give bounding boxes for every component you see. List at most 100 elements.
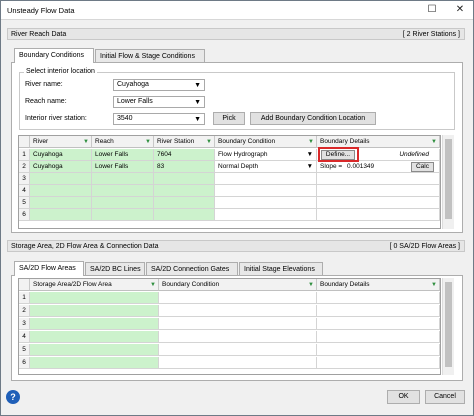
column-header-boundary-condition[interactable]: Boundary Condition ▼ [159,279,317,291]
row-number: 3 [19,318,30,330]
boundary-condition-value: Flow Hydrograph [218,151,268,158]
table-cell-details[interactable] [317,185,440,197]
column-header-boundary-details[interactable]: Boundary Details ▼ [317,279,440,291]
filter-icon[interactable]: ▼ [150,280,156,290]
table-cell-condition[interactable] [215,197,317,209]
maximize-icon[interactable]: ☐ [419,1,445,19]
row-number: 4 [19,185,30,197]
table-cell-river[interactable] [30,185,92,197]
column-header-boundary-condition[interactable]: Boundary Condition ▼ [215,136,317,148]
tab-boundary-conditions[interactable]: Boundary Conditions [14,48,94,63]
table-cell-reach[interactable] [92,173,154,185]
scroll-thumb[interactable] [445,282,452,367]
tab-sa2d-connection-gates[interactable]: SA/2D Connection Gates [146,262,238,276]
table-cell-condition[interactable] [159,331,317,343]
row-number: 3 [19,173,30,185]
table-cell-details[interactable] [317,305,440,317]
storage-grid-scrollbar[interactable] [442,278,454,375]
add-boundary-condition-location-button[interactable]: Add Boundary Condition Location [250,112,376,125]
river-name-combo[interactable]: Cuyahoga ▼ [113,79,205,91]
table-cell-condition[interactable] [159,344,317,356]
grid-scrollbar[interactable] [442,135,454,229]
scroll-thumb[interactable] [445,139,452,219]
table-cell-reach[interactable] [92,185,154,197]
table-cell-storage-area[interactable] [30,292,159,304]
filter-icon[interactable]: ▼ [206,137,212,147]
table-cell-river[interactable]: Cuyahoga [30,161,92,173]
help-icon[interactable]: ? [6,390,20,404]
table-cell-reach[interactable]: Lower Falls [92,161,154,173]
tab-initial-flow-stage[interactable]: Initial Flow & Stage Conditions [95,49,205,63]
filter-icon[interactable]: ▼ [145,137,151,147]
row-number: 1 [19,149,30,161]
reach-name-value: Lower Falls [117,98,153,105]
chevron-down-icon: ▼ [306,163,313,170]
row-number: 1 [19,292,30,304]
table-cell-storage-area[interactable] [30,318,159,330]
chevron-down-icon: ▼ [306,151,313,158]
filter-icon[interactable]: ▼ [431,137,437,147]
header-text: Boundary Details [320,138,370,145]
table-cell-station[interactable]: 83 [154,161,215,173]
title-bar: Unsteady Flow Data ☐ ✕ [1,1,473,20]
table-cell-river[interactable] [30,197,92,209]
row-number: 5 [19,344,30,356]
table-cell-reach[interactable]: Lower Falls [92,149,154,161]
tab-sa2d-flow-areas[interactable]: SA/2D Flow Areas [14,261,84,276]
pick-button[interactable]: Pick [213,112,245,125]
table-cell-station[interactable] [154,185,215,197]
chevron-down-icon: ▼ [194,82,201,89]
filter-icon[interactable]: ▼ [431,280,437,290]
filter-icon[interactable]: ▼ [83,137,89,147]
table-cell-details[interactable] [317,318,440,330]
table-cell-storage-area[interactable] [30,344,159,356]
filter-icon[interactable]: ▼ [308,137,314,147]
column-header-reach[interactable]: Reach ▼ [92,136,154,148]
table-cell-station[interactable] [154,197,215,209]
table-cell-storage-area[interactable] [30,305,159,317]
table-cell-station[interactable] [154,209,215,221]
table-cell-details[interactable] [317,344,440,356]
details-undefined-text: Undefined [399,151,429,158]
close-icon[interactable]: ✕ [447,1,473,19]
table-cell-condition[interactable] [215,173,317,185]
interior-station-combo[interactable]: 3540 ▼ [113,113,205,125]
column-header-storage-area[interactable]: Storage Area/2D Flow Area ▼ [30,279,159,291]
table-cell-station[interactable]: 7604 [154,149,215,161]
column-header-river-station[interactable]: River Station ▼ [154,136,215,148]
reach-name-combo[interactable]: Lower Falls ▼ [113,96,205,108]
tab-sa2d-bc-lines[interactable]: SA/2D BC Lines [85,262,145,276]
boundary-condition-combo[interactable]: Flow Hydrograph ▼ [215,149,317,161]
table-cell-details[interactable] [317,331,440,343]
table-cell-storage-area[interactable] [30,331,159,343]
table-cell-river[interactable]: Cuyahoga [30,149,92,161]
river-reach-section-bar: River Reach Data [ 2 River Stations ] [7,28,465,40]
cancel-button[interactable]: Cancel [425,390,465,404]
table-cell-condition[interactable] [159,292,317,304]
table-cell-details[interactable] [317,357,440,369]
table-cell-river[interactable] [30,173,92,185]
calc-button[interactable]: Calc [411,162,434,172]
table-cell-condition[interactable] [215,209,317,221]
column-header-river[interactable]: River ▼ [30,136,92,148]
table-cell-reach[interactable] [92,209,154,221]
table-cell-details[interactable] [317,197,440,209]
table-cell-condition[interactable] [159,305,317,317]
table-cell-details[interactable] [317,292,440,304]
table-cell-condition[interactable] [215,185,317,197]
ok-button[interactable]: OK [387,390,420,404]
table-cell-details[interactable] [317,209,440,221]
table-cell-station[interactable] [154,173,215,185]
table-cell-details[interactable] [317,173,440,185]
tab-initial-stage-elevations[interactable]: Initial Stage Elevations [239,262,323,276]
river-reach-section-label: River Reach Data [11,31,67,38]
slope-label: Slope = [320,163,343,170]
table-cell-condition[interactable] [159,357,317,369]
table-cell-river[interactable] [30,209,92,221]
slope-value[interactable]: 0.001349 [347,163,374,170]
table-cell-condition[interactable] [159,318,317,330]
table-cell-storage-area[interactable] [30,357,159,369]
table-cell-reach[interactable] [92,197,154,209]
filter-icon[interactable]: ▼ [308,280,314,290]
boundary-condition-combo[interactable]: Normal Depth ▼ [215,161,317,173]
